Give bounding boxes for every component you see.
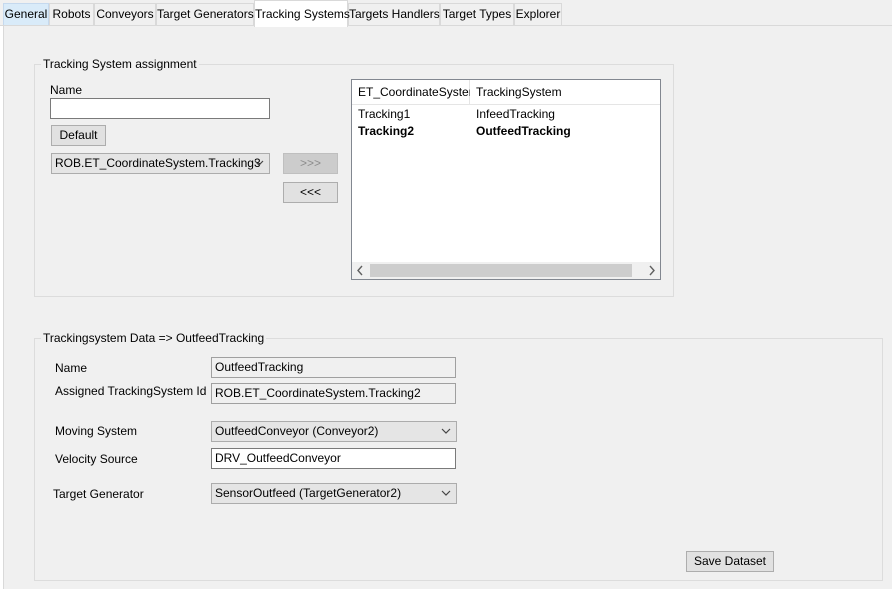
- grid-cell-system[interactable]: OutfeedTracking: [470, 123, 660, 140]
- grid-header-tracking-system[interactable]: TrackingSystem: [470, 80, 660, 105]
- tab-target-types[interactable]: Target Types: [440, 3, 514, 25]
- tab-bar: General Robots Conveyors Target Generato…: [0, 0, 892, 27]
- target-generator-label: Target Generator: [53, 487, 144, 501]
- target-generator-combo-value: SensorOutfeed (TargetGenerator2): [215, 486, 402, 500]
- grid-cell-system[interactable]: InfeedTracking: [470, 106, 660, 123]
- data-name-field[interactable]: OutfeedTracking: [211, 357, 456, 378]
- velocity-source-input[interactable]: DRV_OutfeedConveyor: [211, 448, 456, 469]
- data-name-label: Name: [55, 361, 88, 375]
- moving-system-combo[interactable]: OutfeedConveyor (Conveyor2): [211, 421, 457, 442]
- coordinate-system-combo[interactable]: ROB.ET_CoordinateSystem.Tracking3: [51, 153, 270, 174]
- tab-general[interactable]: General: [3, 3, 49, 25]
- chevron-down-icon: [253, 154, 265, 173]
- grid-horizontal-scrollbar[interactable]: [352, 262, 660, 279]
- chevron-down-icon: [440, 422, 452, 441]
- tab-conveyors[interactable]: Conveyors: [94, 3, 156, 25]
- remove-assignment-button[interactable]: <<<: [283, 182, 338, 203]
- tab-tracking-systems[interactable]: Tracking Systems: [254, 0, 350, 27]
- moving-system-label: Moving System: [55, 424, 138, 438]
- tracking-data-legend: Trackingsystem Data => OutfeedTracking: [41, 331, 267, 345]
- grid-cell-coord[interactable]: Tracking1: [352, 106, 470, 123]
- assignment-grid: ET_CoordinateSystem TrackingSystem Track…: [351, 79, 661, 280]
- tracking-data-group: Trackingsystem Data => OutfeedTracking N…: [34, 331, 883, 581]
- tab-target-generators[interactable]: Target Generators: [156, 3, 254, 25]
- scroll-left-icon[interactable]: [352, 262, 369, 279]
- moving-system-combo-value: OutfeedConveyor (Conveyor2): [215, 424, 379, 438]
- tab-content-panel: Tracking System assignment Name Default …: [3, 26, 892, 589]
- assignment-group: Tracking System assignment Name Default …: [34, 57, 674, 297]
- coordinate-system-combo-value: ROB.ET_CoordinateSystem.Tracking3: [55, 156, 261, 170]
- target-generator-combo[interactable]: SensorOutfeed (TargetGenerator2): [211, 483, 457, 504]
- tab-robots[interactable]: Robots: [49, 3, 94, 25]
- name-label: Name: [50, 83, 83, 97]
- velocity-source-label: Velocity Source: [55, 452, 138, 466]
- grid-cell-coord[interactable]: Tracking2: [352, 123, 470, 140]
- grid-header-coordinate-system[interactable]: ET_CoordinateSystem: [352, 80, 479, 105]
- chevron-down-icon: [440, 484, 452, 503]
- assignment-legend: Tracking System assignment: [41, 57, 199, 71]
- add-assignment-button[interactable]: >>>: [283, 153, 338, 174]
- tab-explorer[interactable]: Explorer: [514, 3, 562, 25]
- tab-targets-handlers[interactable]: Targets Handlers: [348, 3, 440, 25]
- scrollbar-thumb[interactable]: [370, 264, 632, 277]
- scroll-right-icon[interactable]: [643, 262, 660, 279]
- default-button[interactable]: Default: [51, 125, 106, 146]
- assigned-id-field[interactable]: ROB.ET_CoordinateSystem.Tracking2: [211, 383, 456, 404]
- save-dataset-button[interactable]: Save Dataset: [686, 551, 774, 572]
- name-input[interactable]: [50, 98, 270, 119]
- assigned-id-label: Assigned TrackingSystem Id: [55, 384, 207, 398]
